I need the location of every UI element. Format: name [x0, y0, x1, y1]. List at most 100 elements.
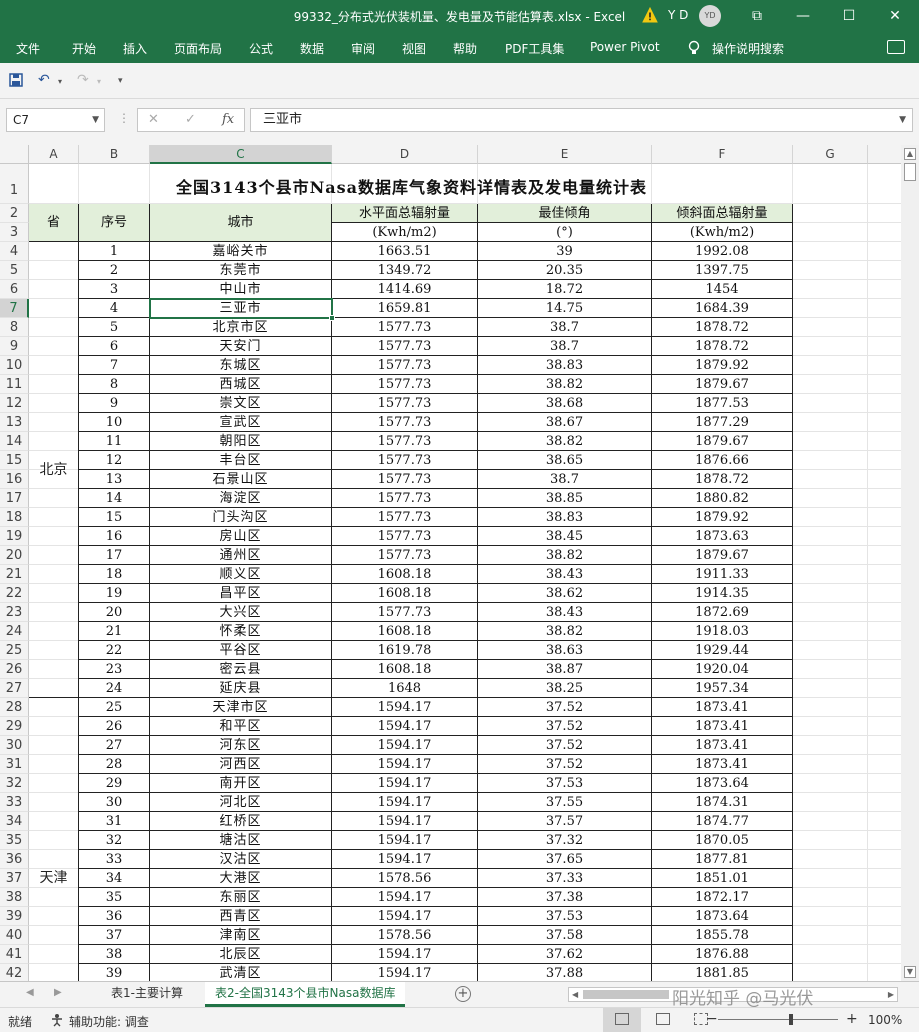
accessibility-icon[interactable] — [50, 1013, 64, 1027]
minimize-button[interactable]: — — [780, 0, 826, 32]
vertical-scrollbar[interactable]: ▲ ▼ — [901, 145, 919, 981]
cell-seq[interactable]: 35 — [79, 888, 150, 907]
cell-optimal-tilt[interactable]: 38.87 — [478, 660, 652, 679]
cell-horizontal-radiation[interactable]: 1608.18 — [332, 565, 478, 584]
cell-horizontal-radiation[interactable]: 1349.72 — [332, 261, 478, 280]
cell-city[interactable]: 三亚市 — [150, 299, 332, 318]
cell-tilted-radiation[interactable]: 1873.64 — [652, 774, 793, 793]
zoom-out-button[interactable]: − — [706, 1011, 718, 1027]
cell-optimal-tilt[interactable]: 38.83 — [478, 508, 652, 527]
cell-seq[interactable]: 39 — [79, 964, 150, 981]
cell-tilted-radiation[interactable]: 1851.01 — [652, 869, 793, 888]
column-header-b[interactable]: B — [79, 145, 150, 164]
sheet-tab-main-calc[interactable]: 表1-主要计算 — [101, 982, 193, 1007]
cell-tilted-radiation[interactable]: 1872.69 — [652, 603, 793, 622]
cell-horizontal-radiation[interactable]: 1594.17 — [332, 888, 478, 907]
cell-city[interactable]: 石景山区 — [150, 470, 332, 489]
zoom-slider-knob[interactable] — [789, 1014, 793, 1025]
cell-horizontal-radiation[interactable]: 1577.73 — [332, 432, 478, 451]
cell-optimal-tilt[interactable]: 38.67 — [478, 413, 652, 432]
cell-seq[interactable]: 7 — [79, 356, 150, 375]
cell-city[interactable]: 朝阳区 — [150, 432, 332, 451]
cell-horizontal-radiation[interactable]: 1608.18 — [332, 622, 478, 641]
cell-horizontal-radiation[interactable]: 1594.17 — [332, 755, 478, 774]
cell-optimal-tilt[interactable]: 37.58 — [478, 926, 652, 945]
cell-city[interactable]: 和平区 — [150, 717, 332, 736]
scroll-right-icon[interactable]: ▶ — [888, 988, 894, 1001]
user-name[interactable]: Y D — [668, 8, 688, 22]
redo-icon[interactable]: ↷ — [77, 72, 89, 88]
cell-seq[interactable]: 14 — [79, 489, 150, 508]
row-header[interactable]: 34 — [0, 812, 29, 831]
row-header[interactable]: 16 — [0, 470, 29, 489]
header-city[interactable]: 城市 — [150, 204, 332, 242]
cell-tilted-radiation[interactable]: 1874.77 — [652, 812, 793, 831]
row-header[interactable]: 41 — [0, 945, 29, 964]
cell-horizontal-radiation[interactable]: 1663.51 — [332, 242, 478, 261]
row-header[interactable]: 11 — [0, 375, 29, 394]
cell-horizontal-radiation[interactable]: 1619.78 — [332, 641, 478, 660]
save-icon[interactable] — [9, 73, 23, 87]
tab-formulas[interactable]: 公式 — [249, 40, 273, 57]
sheet-next-icon[interactable]: ▶ — [54, 987, 62, 998]
row-header[interactable]: 6 — [0, 280, 29, 299]
row-header[interactable]: 8 — [0, 318, 29, 337]
cell-tilted-radiation[interactable]: 1877.81 — [652, 850, 793, 869]
cell-seq[interactable]: 36 — [79, 907, 150, 926]
horizontal-scroll-thumb[interactable] — [583, 990, 669, 999]
redo-dropdown-icon[interactable]: ▾ — [97, 77, 101, 86]
row-header[interactable]: 7 — [0, 299, 29, 318]
scroll-down-icon[interactable]: ▼ — [904, 966, 916, 978]
cell-seq[interactable]: 27 — [79, 736, 150, 755]
cell-city[interactable]: 河东区 — [150, 736, 332, 755]
tab-file[interactable]: 文件 — [16, 40, 40, 57]
cell-optimal-tilt[interactable]: 37.53 — [478, 907, 652, 926]
tab-power-pivot[interactable]: Power Pivot — [590, 40, 660, 54]
row-header[interactable]: 30 — [0, 736, 29, 755]
row-header[interactable]: 5 — [0, 261, 29, 280]
page-layout-view-icon[interactable] — [656, 1013, 670, 1025]
cell-tilted-radiation[interactable]: 1911.33 — [652, 565, 793, 584]
cell-seq[interactable]: 30 — [79, 793, 150, 812]
row-header[interactable]: 33 — [0, 793, 29, 812]
cell-tilted-radiation[interactable]: 1397.75 — [652, 261, 793, 280]
chevron-down-icon[interactable]: ▼ — [92, 109, 99, 131]
cell-horizontal-radiation[interactable]: 1594.17 — [332, 698, 478, 717]
cell-tilted-radiation[interactable]: 1873.63 — [652, 527, 793, 546]
cell-horizontal-radiation[interactable]: 1578.56 — [332, 926, 478, 945]
cell-seq[interactable]: 9 — [79, 394, 150, 413]
cell-horizontal-radiation[interactable]: 1577.73 — [332, 470, 478, 489]
cell-city[interactable]: 南开区 — [150, 774, 332, 793]
cell-seq[interactable]: 25 — [79, 698, 150, 717]
column-header-d[interactable]: D — [332, 145, 478, 164]
cell-seq[interactable]: 4 — [79, 299, 150, 318]
cell-city[interactable]: 塘沽区 — [150, 831, 332, 850]
cell-horizontal-radiation[interactable]: 1648 — [332, 679, 478, 698]
column-header-e[interactable]: E — [478, 145, 652, 164]
cell-seq[interactable]: 34 — [79, 869, 150, 888]
cell-city[interactable]: 丰台区 — [150, 451, 332, 470]
cell-horizontal-radiation[interactable]: 1594.17 — [332, 964, 478, 981]
cell-seq[interactable]: 23 — [79, 660, 150, 679]
cell-tilted-radiation[interactable]: 1876.88 — [652, 945, 793, 964]
cell-tilted-radiation[interactable]: 1454 — [652, 280, 793, 299]
cell-horizontal-radiation[interactable]: 1594.17 — [332, 831, 478, 850]
cell-tilted-radiation[interactable]: 1855.78 — [652, 926, 793, 945]
row-header[interactable]: 42 — [0, 964, 29, 981]
cell-city[interactable]: 通州区 — [150, 546, 332, 565]
cell-city[interactable]: 顺义区 — [150, 565, 332, 584]
cell-city[interactable]: 西城区 — [150, 375, 332, 394]
cell-city[interactable]: 河北区 — [150, 793, 332, 812]
column-header-c[interactable]: C — [150, 145, 332, 164]
cell-horizontal-radiation[interactable]: 1608.18 — [332, 584, 478, 603]
cell-optimal-tilt[interactable]: 37.65 — [478, 850, 652, 869]
undo-dropdown-icon[interactable]: ▾ — [58, 77, 62, 86]
tab-page-layout[interactable]: 页面布局 — [174, 40, 222, 57]
row-header[interactable]: 9 — [0, 337, 29, 356]
warning-icon[interactable] — [642, 7, 658, 23]
cell-optimal-tilt[interactable]: 38.82 — [478, 622, 652, 641]
cell-optimal-tilt[interactable]: 37.52 — [478, 736, 652, 755]
row-header[interactable]: 2 — [0, 204, 29, 223]
cell-seq[interactable]: 2 — [79, 261, 150, 280]
zoom-level[interactable]: 100% — [868, 1013, 902, 1027]
